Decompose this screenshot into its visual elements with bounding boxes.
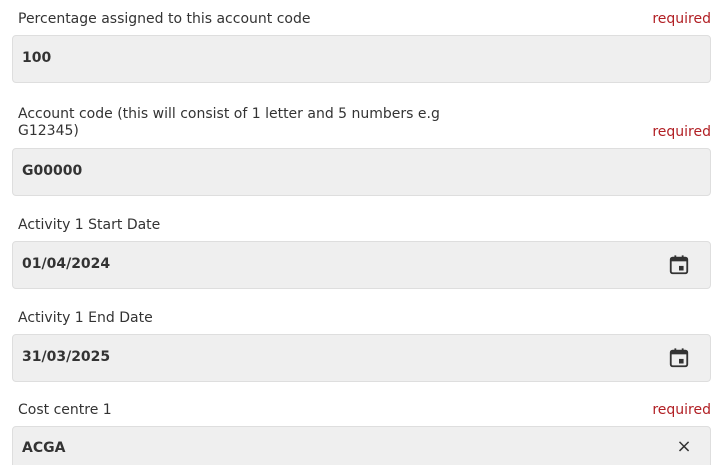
percentage-input[interactable]: 100 [12, 35, 711, 83]
end-date-input[interactable]: 31/03/2025 [12, 334, 711, 382]
start-date-input-value: 01/04/2024 [22, 256, 111, 272]
calendar-icon[interactable] [668, 254, 690, 276]
percentage-input-value: 100 [22, 50, 52, 66]
cost-centre-select[interactable]: ACGA × [12, 426, 711, 465]
clear-icon[interactable]: × [674, 437, 694, 457]
account-code-label-line2: G12345) [18, 123, 79, 139]
end-date-label: Activity 1 End Date [18, 310, 153, 326]
calendar-icon[interactable] [668, 347, 690, 369]
percentage-required-indicator: required [652, 11, 711, 27]
cost-centre-label: Cost centre 1 [18, 402, 112, 418]
percentage-label: Percentage assigned to this account code [18, 11, 311, 27]
account-code-input-value: G00000 [22, 163, 83, 179]
cost-centre-required-indicator: required [652, 402, 711, 418]
account-code-input[interactable]: G00000 [12, 148, 711, 196]
account-code-required-indicator: required [652, 124, 711, 140]
cost-centre-select-value: ACGA [22, 440, 66, 456]
start-date-input[interactable]: 01/04/2024 [12, 241, 711, 289]
start-date-label: Activity 1 Start Date [18, 217, 161, 233]
end-date-input-value: 31/03/2025 [22, 349, 111, 365]
account-code-label-line1: Account code (this will consist of 1 let… [18, 106, 440, 122]
